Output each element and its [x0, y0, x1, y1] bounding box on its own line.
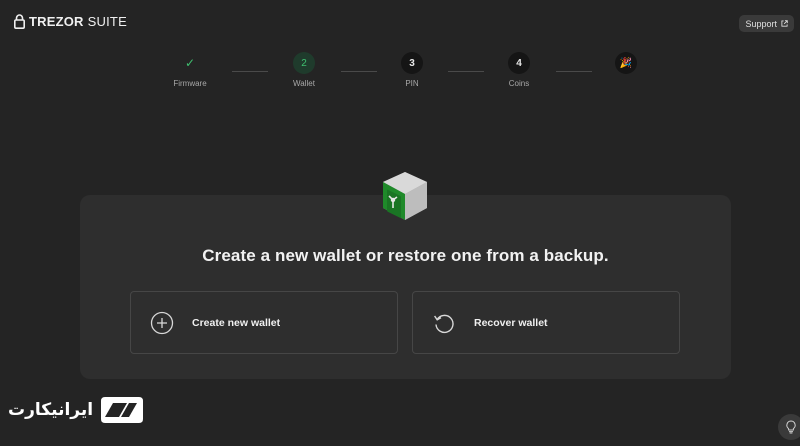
create-new-wallet-label: Create new wallet: [192, 316, 281, 329]
recover-arrow-icon: [432, 311, 456, 335]
step-label: Wallet: [293, 79, 315, 88]
trezor-lock-icon: [14, 14, 25, 29]
support-label: Support: [745, 18, 777, 29]
step-label: Coins: [508, 79, 530, 88]
step-firmware: ✓ Firmware: [160, 52, 220, 88]
step-number: 3: [401, 52, 423, 74]
support-button[interactable]: Support: [739, 15, 794, 32]
iranicard-watermark: ایرانیکارت: [8, 393, 145, 427]
trezor-suite-logo: TREZOR SUITE: [14, 14, 127, 29]
logo-brand: TREZOR: [29, 14, 84, 29]
step-connector: [448, 71, 484, 72]
step-coins: 4 Coins: [489, 52, 549, 88]
recover-wallet-label: Recover wallet: [474, 316, 548, 329]
wallet-choice-card: Create a new wallet or restore one from …: [80, 195, 731, 379]
lightbulb-icon: [786, 420, 796, 434]
step-number: 4: [508, 52, 530, 74]
party-popper-icon: 🎉: [615, 52, 637, 74]
plus-circle-icon: [150, 311, 174, 335]
step-connector: [232, 71, 268, 72]
step-pin: 3 PIN: [382, 52, 442, 88]
iranicard-logo-icon: [101, 397, 144, 423]
step-connector: [556, 71, 592, 72]
tips-button[interactable]: [778, 414, 800, 440]
external-link-icon: [781, 20, 788, 27]
trezor-device-icon: [383, 172, 427, 220]
page-title: Create a new wallet or restore one from …: [202, 246, 609, 265]
step-wallet: 2 Wallet: [274, 52, 334, 88]
step-label: PIN: [405, 79, 419, 88]
onboarding-stepper: ✓ Firmware 2 Wallet 3 PIN 4 Coins 🎉: [0, 50, 800, 90]
create-new-wallet-button[interactable]: Create new wallet: [130, 291, 398, 354]
recover-wallet-button[interactable]: Recover wallet: [412, 291, 680, 354]
checkmark-icon: ✓: [184, 56, 196, 70]
watermark-text: ایرانیکارت: [8, 400, 94, 420]
logo-product: SUITE: [87, 14, 127, 29]
step-number: 2: [293, 52, 315, 74]
step-connector: [341, 71, 377, 72]
step-final: 🎉: [596, 52, 656, 79]
step-label: Firmware: [173, 79, 207, 88]
